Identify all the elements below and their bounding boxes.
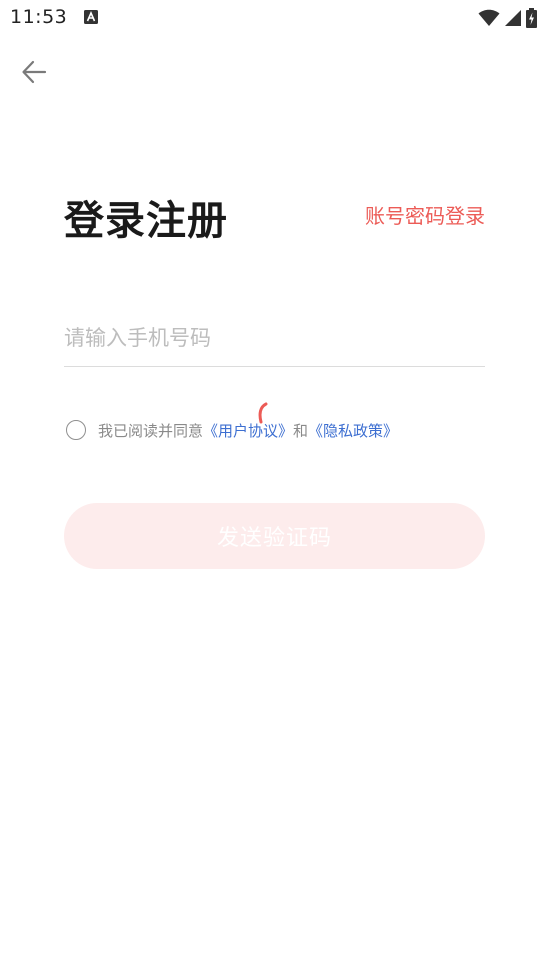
privacy-policy-link[interactable]: 《隐私政策》 (308, 420, 398, 441)
agreement-checkbox[interactable] (66, 420, 86, 440)
battery-charging-icon (526, 8, 537, 28)
phone-input[interactable] (64, 312, 485, 364)
phone-field (64, 312, 485, 367)
status-time: 11:53 (10, 6, 68, 28)
status-bar: 11:53 (0, 0, 549, 38)
status-icons (478, 8, 537, 28)
password-login-link[interactable]: 账号密码登录 (365, 200, 485, 229)
send-code-button[interactable]: 发送验证码 (64, 503, 485, 569)
a-notification-icon (84, 10, 98, 24)
send-code-label: 发送验证码 (216, 526, 332, 551)
signal-icon (505, 10, 521, 26)
arrow-left-icon (22, 60, 47, 84)
agreement-conjunction: 和 (293, 421, 309, 440)
login-screen: 11:53 登录注册 账号密码登录 请输入手机号码 我已阅读并同意 《用户协议》… (0, 0, 549, 976)
agreement-prefix: 我已阅读并同意 (98, 421, 204, 440)
page-title: 登录注册 (64, 198, 228, 244)
agreement-row: 我已阅读并同意 《用户协议》 和 《隐私政策》 (64, 418, 398, 442)
back-button[interactable] (16, 54, 52, 90)
user-agreement-link[interactable]: 《用户协议》 (203, 420, 293, 441)
wifi-icon (478, 9, 500, 26)
